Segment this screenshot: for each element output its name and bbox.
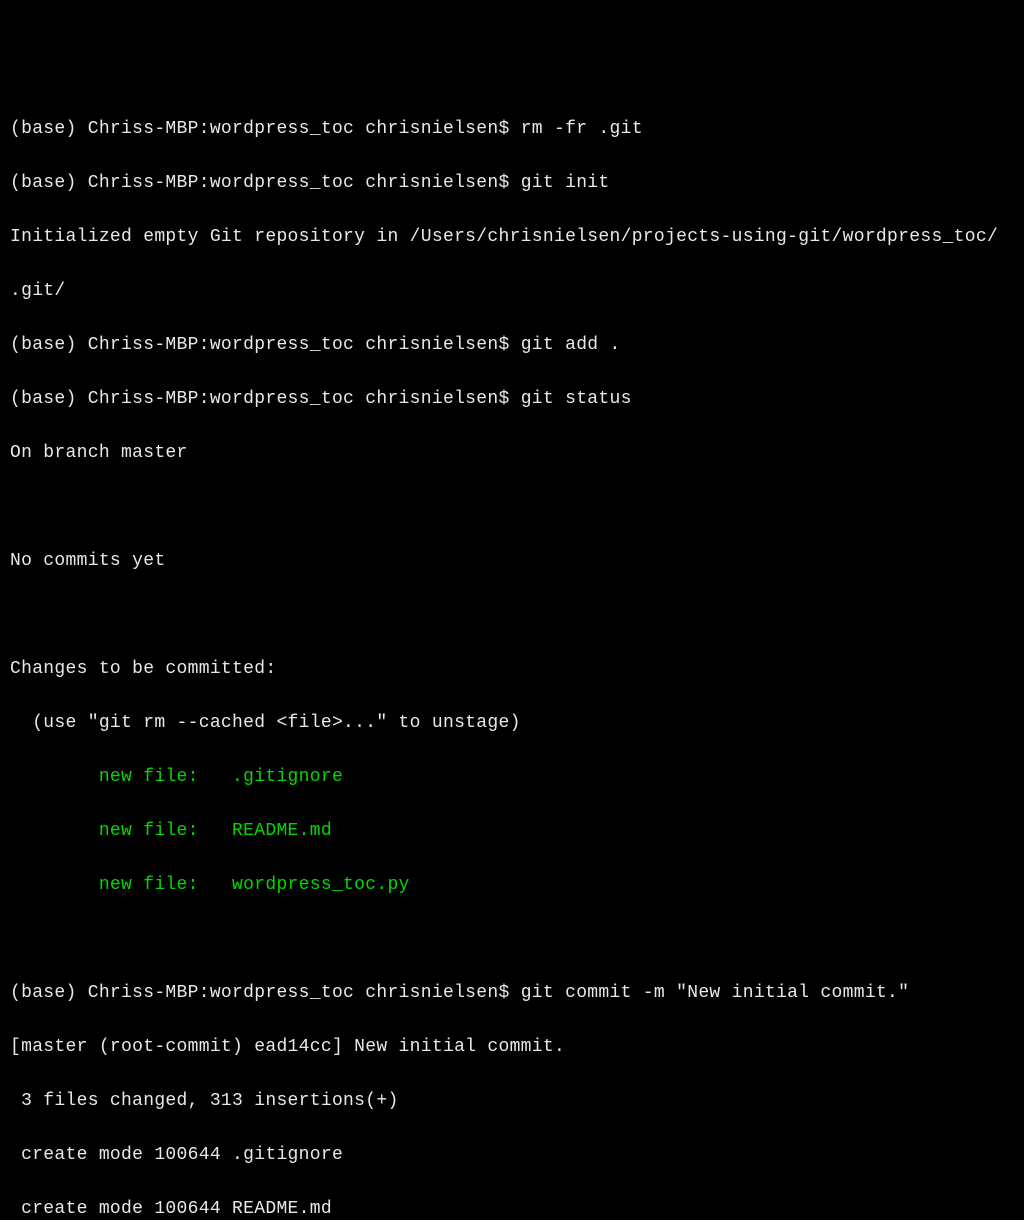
terminal-line: (base) Chriss-MBP:wordpress_toc chrisnie… xyxy=(10,980,1014,1007)
shell-prompt: (base) Chriss-MBP:wordpress_toc chrisnie… xyxy=(10,173,521,193)
command-git-add: git add . xyxy=(521,335,621,355)
command-rm: rm -fr .git xyxy=(521,119,643,139)
create-mode-readme: create mode 100644 README.md xyxy=(10,1196,1014,1220)
init-output: Initialized empty Git repository in /Use… xyxy=(10,224,1014,251)
blank-line xyxy=(10,494,1014,521)
shell-prompt: (base) Chriss-MBP:wordpress_toc chrisnie… xyxy=(10,983,521,1003)
shell-prompt: (base) Chriss-MBP:wordpress_toc chrisnie… xyxy=(10,335,521,355)
blank-line xyxy=(10,926,1014,953)
terminal-line: (base) Chriss-MBP:wordpress_toc chrisnie… xyxy=(10,332,1014,359)
command-git-init: git init xyxy=(521,173,610,193)
staged-file-gitignore: new file: .gitignore xyxy=(10,764,1014,791)
commit-hash-line: [master (root-commit) ead14cc] New initi… xyxy=(10,1034,1014,1061)
branch-info: On branch master xyxy=(10,440,1014,467)
command-git-status: git status xyxy=(521,389,632,409)
staged-file-wordpress-toc: new file: wordpress_toc.py xyxy=(10,872,1014,899)
no-commits-info: No commits yet xyxy=(10,548,1014,575)
create-mode-gitignore: create mode 100644 .gitignore xyxy=(10,1142,1014,1169)
changes-header: Changes to be committed: xyxy=(10,656,1014,683)
terminal-line: (base) Chriss-MBP:wordpress_toc chrisnie… xyxy=(10,386,1014,413)
staged-file-readme: new file: README.md xyxy=(10,818,1014,845)
unstage-hint: (use "git rm --cached <file>..." to unst… xyxy=(10,710,1014,737)
blank-line xyxy=(10,602,1014,629)
shell-prompt: (base) Chriss-MBP:wordpress_toc chrisnie… xyxy=(10,389,521,409)
terminal-line: (base) Chriss-MBP:wordpress_toc chrisnie… xyxy=(10,170,1014,197)
command-git-commit: git commit -m "New initial commit." xyxy=(521,983,910,1003)
terminal-line: (base) Chriss-MBP:wordpress_toc chrisnie… xyxy=(10,116,1014,143)
shell-prompt: (base) Chriss-MBP:wordpress_toc chrisnie… xyxy=(10,119,521,139)
init-output-continued: .git/ xyxy=(10,278,1014,305)
commit-stats: 3 files changed, 313 insertions(+) xyxy=(10,1088,1014,1115)
